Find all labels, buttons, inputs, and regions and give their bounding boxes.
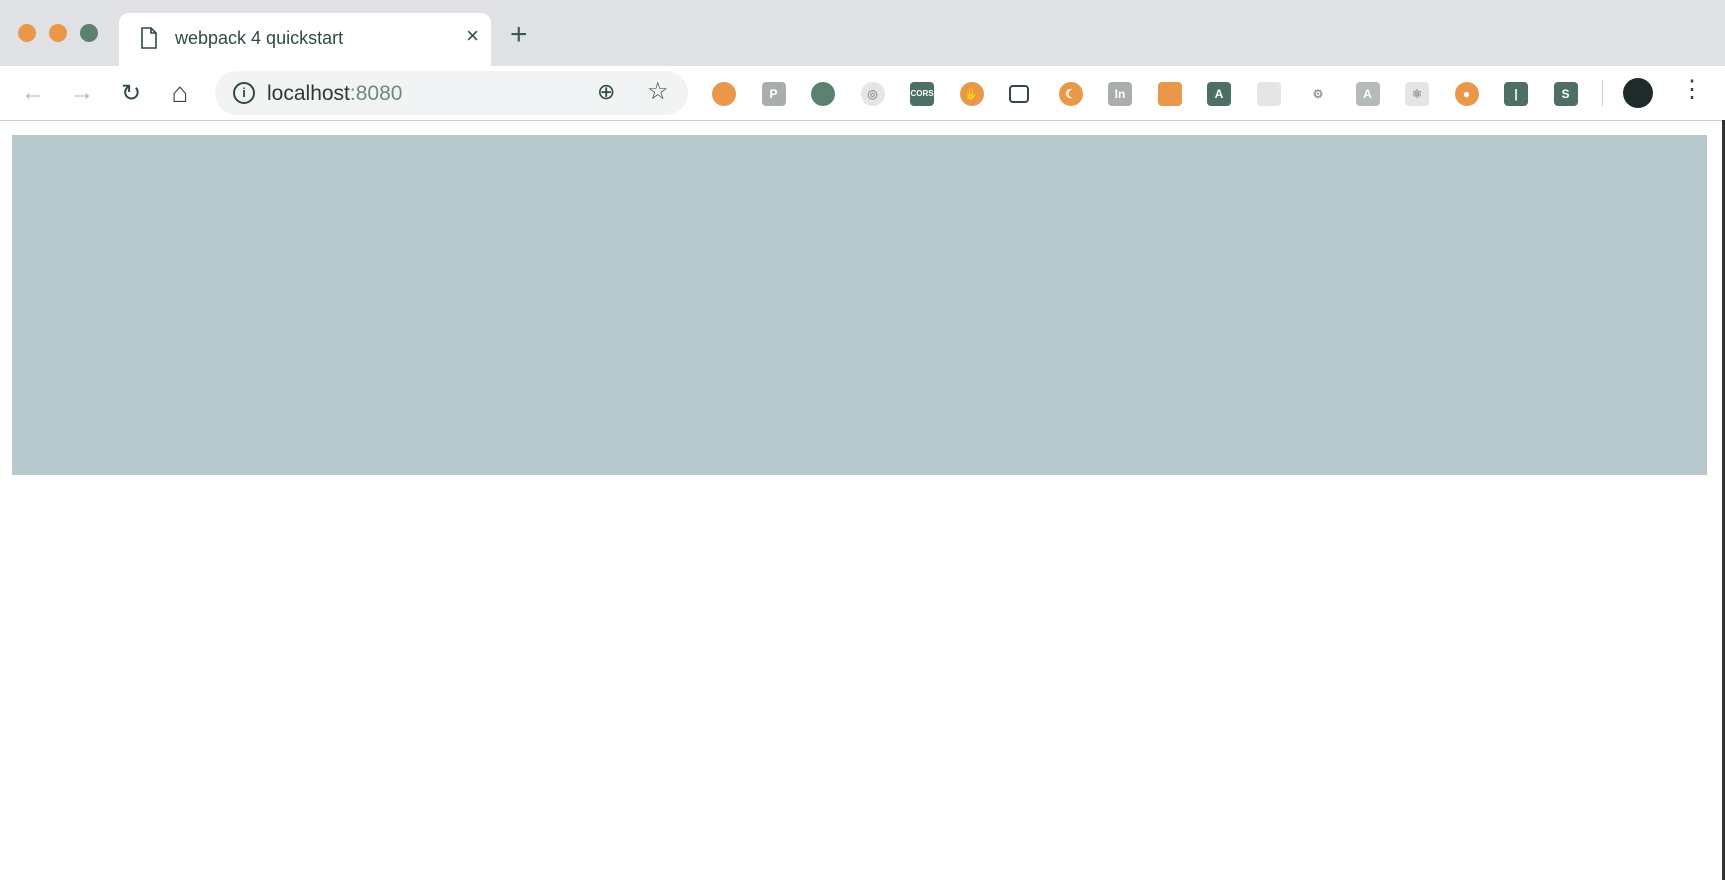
info-icon[interactable]: i	[233, 82, 255, 104]
document-icon	[141, 27, 157, 49]
minimize-window-button[interactable]	[49, 24, 67, 42]
extension-cast-icon[interactable]	[1009, 85, 1029, 103]
tab-bar: webpack 4 quickstart × +	[0, 0, 1725, 66]
content-box	[12, 135, 1707, 475]
home-button[interactable]: ⌂	[167, 77, 193, 108]
url-host: localhost	[267, 82, 350, 105]
extension-bar-icon[interactable]: |	[1504, 82, 1528, 106]
maximize-window-button[interactable]	[80, 24, 98, 42]
extension-window-icon[interactable]	[1256, 82, 1281, 106]
toolbar-separator	[1602, 80, 1603, 106]
extension-hand-icon[interactable]: ✋	[959, 82, 984, 106]
forward-button[interactable]: →	[69, 79, 95, 106]
extension-color-picker-icon[interactable]	[712, 82, 736, 106]
zoom-icon[interactable]: ⊕	[597, 79, 615, 105]
new-tab-button[interactable]: +	[510, 20, 528, 50]
extension-chat-icon[interactable]	[811, 82, 835, 106]
extension-react-icon[interactable]: ⚛	[1405, 82, 1429, 106]
extension-in-icon[interactable]: In	[1108, 82, 1132, 106]
menu-icon[interactable]: ⋮	[1680, 78, 1704, 102]
address-bar[interactable]: i localhost:8080 ⊕ ☆	[215, 71, 688, 115]
extension-angular-icon[interactable]: A	[1207, 82, 1231, 106]
tab-active[interactable]: webpack 4 quickstart ×	[119, 13, 491, 66]
toolbar: ← → ↻ ⌂ i localhost:8080 ⊕ ☆ P ◎ CORS ✋ ☾ In A…	[0, 66, 1725, 121]
extension-s-ext-icon[interactable]: S	[1553, 82, 1578, 106]
extension-p-ext-icon[interactable]: P	[761, 82, 786, 106]
extension-gear-icon[interactable]: ⚙	[1306, 82, 1330, 106]
extension-angular-gray-icon[interactable]: A	[1355, 82, 1380, 106]
extension-android-icon[interactable]	[1157, 82, 1182, 106]
extension-cors-icon[interactable]: CORS	[910, 82, 934, 106]
url-port: :8080	[349, 82, 403, 105]
extension-moon-icon[interactable]: ☾	[1058, 82, 1083, 106]
profile-avatar[interactable]	[1623, 78, 1653, 108]
close-window-button[interactable]	[18, 24, 36, 42]
bookmark-star-icon[interactable]: ☆	[647, 77, 669, 106]
extension-target-icon[interactable]: ◎	[860, 82, 885, 106]
reload-button[interactable]: ↻	[118, 80, 144, 107]
tab-title: webpack 4 quickstart	[175, 28, 344, 48]
url-text[interactable]: localhost:8080	[267, 82, 402, 106]
extension-eye-icon[interactable]: ●	[1454, 82, 1479, 106]
close-tab-icon[interactable]: ×	[466, 23, 479, 49]
back-button[interactable]: ←	[20, 79, 46, 106]
